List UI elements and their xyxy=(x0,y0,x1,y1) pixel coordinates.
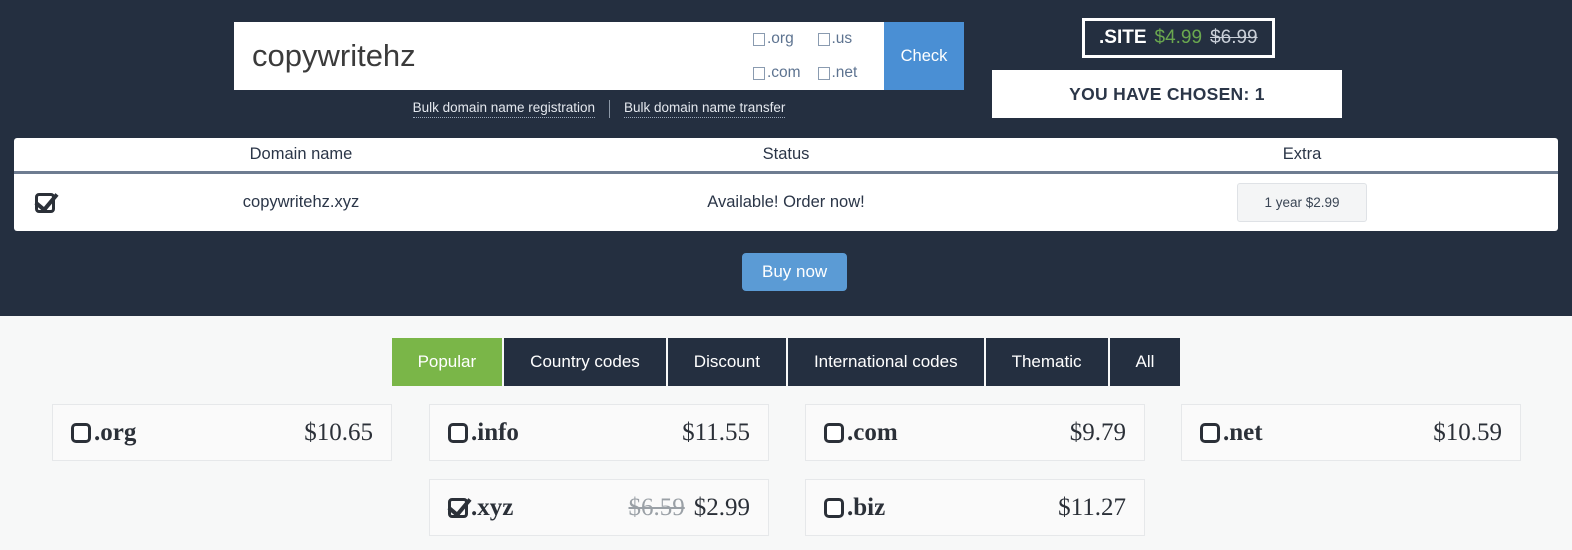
quick-tld-net[interactable]: .net xyxy=(817,64,883,82)
quick-tld-label: .org xyxy=(767,30,794,47)
quick-tld-us[interactable]: .us xyxy=(817,30,883,48)
tld-category-tabs: Popular Country codes Discount Internati… xyxy=(0,316,1572,386)
results-table: Domain name Status Extra copywritehz.xyz… xyxy=(14,138,1558,231)
tld-price: $11.55 xyxy=(682,418,750,446)
tld-card-xyz[interactable]: .xyz $6.59 $2.99 xyxy=(429,479,769,536)
tld-label: .info xyxy=(471,418,519,446)
tld-card-left: .biz xyxy=(824,494,885,522)
checkbox-icon[interactable] xyxy=(448,422,468,443)
tld-price: $10.59 xyxy=(1433,418,1502,446)
quick-tld-label: .com xyxy=(767,64,801,81)
tld-price-group: $11.55 xyxy=(682,419,750,447)
check-button[interactable]: Check xyxy=(884,22,964,90)
checkbox-icon[interactable] xyxy=(817,66,830,80)
table-header-row: Domain name Status Extra xyxy=(14,138,1558,174)
promo-old-price: $6.99 xyxy=(1210,27,1258,48)
tab-popular[interactable]: Popular xyxy=(391,338,503,386)
row-domain-name: copywritehz.xyz xyxy=(242,193,360,211)
tld-card-left: .xyz xyxy=(448,494,513,522)
checkbox-icon[interactable] xyxy=(71,422,91,443)
tld-card-left: .info xyxy=(448,419,519,447)
header-status: Status xyxy=(762,145,810,163)
promo-new-price: $4.99 xyxy=(1154,27,1203,48)
tld-card-net[interactable]: .net $10.59 xyxy=(1181,404,1521,461)
bulk-registration-link[interactable]: Bulk domain name registration xyxy=(412,100,595,118)
row-select-cell xyxy=(14,192,76,213)
search-header: .org .us .com .net Check Bulk domain nam… xyxy=(0,0,1572,316)
tld-price: $10.65 xyxy=(304,418,373,446)
tld-card-grid: .org $10.65 .info $11.55 .com $9.79 .net… xyxy=(0,404,1572,544)
tld-card-info[interactable]: .info $11.55 xyxy=(429,404,769,461)
checkbox-icon[interactable] xyxy=(753,66,765,80)
tld-label: .com xyxy=(847,418,898,446)
checkbox-checked-icon[interactable] xyxy=(448,497,468,518)
tld-price: $11.27 xyxy=(1058,493,1126,521)
promo-badge[interactable]: .SITE $4.99 $6.99 xyxy=(1082,18,1275,58)
tld-card-left: .net xyxy=(1200,419,1263,447)
chosen-count-banner: YOU HAVE CHOSEN: 1 xyxy=(992,70,1342,118)
checkbox-icon[interactable] xyxy=(824,497,844,518)
header-extra: Extra xyxy=(1282,145,1322,163)
tld-price-group: $9.79 xyxy=(1070,419,1126,447)
tld-card-com[interactable]: .com $9.79 xyxy=(805,404,1145,461)
quick-tld-label: .us xyxy=(831,30,853,47)
quick-tld-checkbox-group: .org .us .com .net xyxy=(749,22,884,90)
tld-card-left: .org xyxy=(71,419,136,447)
table-row: copywritehz.xyz Available! Order now! 1 … xyxy=(14,174,1558,231)
term-price-select[interactable]: 1 year $2.99 xyxy=(1237,183,1367,222)
tld-card-biz[interactable]: .biz $11.27 xyxy=(805,479,1145,536)
buy-now-button[interactable]: Buy now xyxy=(742,253,848,291)
tld-label: .biz xyxy=(847,493,886,521)
checkbox-icon[interactable] xyxy=(824,422,844,443)
bulk-links: Bulk domain name registration Bulk domai… xyxy=(234,100,964,118)
tab-country-codes[interactable]: Country codes xyxy=(504,338,666,386)
checkbox-icon[interactable] xyxy=(817,32,830,46)
divider xyxy=(609,100,610,118)
tab-international-codes[interactable]: International codes xyxy=(787,338,984,386)
checkbox-icon[interactable] xyxy=(1200,422,1220,443)
tld-price-group: $6.59 $2.99 xyxy=(629,494,751,522)
tld-old-price: $6.59 xyxy=(628,493,685,521)
quick-tld-org[interactable]: .org xyxy=(753,30,818,48)
header-domain-name: Domain name xyxy=(249,145,353,163)
tab-thematic[interactable]: Thematic xyxy=(985,338,1108,386)
tld-price-group: $10.59 xyxy=(1433,419,1502,447)
checkbox-checked-icon[interactable] xyxy=(35,192,55,213)
tab-all[interactable]: All xyxy=(1109,338,1181,386)
domain-search-input[interactable] xyxy=(234,22,749,90)
tld-price: $2.99 xyxy=(693,493,750,521)
promo-tld: .SITE xyxy=(1099,27,1147,48)
checkbox-icon[interactable] xyxy=(753,32,765,46)
tld-card-org[interactable]: .org $10.65 xyxy=(52,404,392,461)
bulk-transfer-link[interactable]: Bulk domain name transfer xyxy=(624,100,786,118)
tld-price-group: $11.27 xyxy=(1058,494,1126,522)
tld-label: .org xyxy=(94,418,137,446)
row-extra-cell: 1 year $2.99 xyxy=(1046,183,1558,222)
quick-tld-com[interactable]: .com xyxy=(753,64,818,82)
tld-card-left: .com xyxy=(824,419,898,447)
tld-price-group: $10.65 xyxy=(304,419,373,447)
row-status: Available! Order now! xyxy=(707,193,865,211)
tld-price: $9.79 xyxy=(1069,418,1126,446)
tld-label: .net xyxy=(1223,418,1263,446)
tld-label: .xyz xyxy=(471,493,514,521)
domain-search-bar: .org .us .com .net Check xyxy=(234,22,964,90)
tab-discount[interactable]: Discount xyxy=(667,338,786,386)
quick-tld-label: .net xyxy=(831,64,858,81)
